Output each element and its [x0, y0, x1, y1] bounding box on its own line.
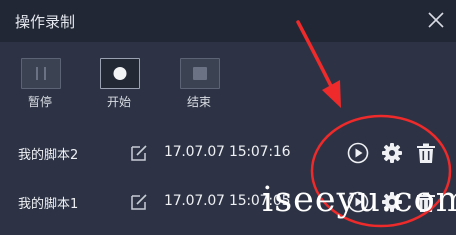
watermark: iseeyu.com [262, 180, 456, 220]
recording-window: 操作录制 暂停 开始 结束 我的脚本2 17.07.07 15:07:16 我的… [0, 0, 456, 235]
annotation-arrow [296, 20, 341, 108]
